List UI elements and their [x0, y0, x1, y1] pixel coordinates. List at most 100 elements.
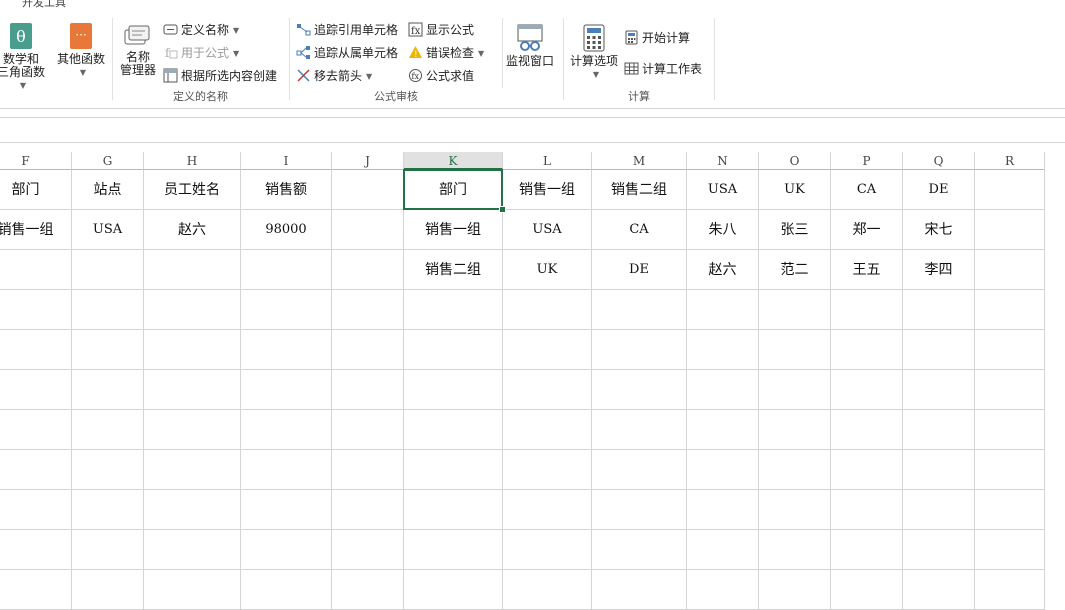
cell-k1[interactable]: 部门	[404, 170, 503, 210]
cell-j10[interactable]	[332, 530, 404, 570]
cell-o3[interactable]: 范二	[759, 250, 831, 290]
cell-l2[interactable]: USA	[503, 210, 592, 250]
cell-q7[interactable]	[903, 410, 975, 450]
cell-m7[interactable]	[592, 410, 687, 450]
column-header-f[interactable]: F	[0, 152, 72, 170]
cell-q2[interactable]: 宋七	[903, 210, 975, 250]
cell-q4[interactable]	[903, 290, 975, 330]
cell-r7[interactable]	[975, 410, 1045, 450]
remove-arrows-button[interactable]: 移去箭头 ▼	[296, 67, 372, 85]
column-header-l[interactable]: L	[503, 152, 592, 170]
cell-m9[interactable]	[592, 490, 687, 530]
column-header-i[interactable]: I	[241, 152, 332, 170]
cell-f7[interactable]	[0, 410, 72, 450]
cell-h11[interactable]	[144, 570, 241, 610]
column-header-q[interactable]: Q	[903, 152, 975, 170]
cell-i4[interactable]	[241, 290, 332, 330]
cell-r11[interactable]	[975, 570, 1045, 610]
cell-h1[interactable]: 员工姓名	[144, 170, 241, 210]
cell-n8[interactable]	[687, 450, 759, 490]
watch-window-button[interactable]: 监视窗口	[504, 24, 556, 68]
cell-q9[interactable]	[903, 490, 975, 530]
cell-l3[interactable]: UK	[503, 250, 592, 290]
cell-r3[interactable]	[975, 250, 1045, 290]
cell-r2[interactable]	[975, 210, 1045, 250]
column-header-n[interactable]: N	[687, 152, 759, 170]
cell-n10[interactable]	[687, 530, 759, 570]
cell-g11[interactable]	[72, 570, 144, 610]
cell-l10[interactable]	[503, 530, 592, 570]
cell-m1[interactable]: 销售二组	[592, 170, 687, 210]
column-header-p[interactable]: P	[831, 152, 903, 170]
cell-j2[interactable]	[332, 210, 404, 250]
cell-f2[interactable]: 销售一组	[0, 210, 72, 250]
other-functions-button[interactable]: ··· 其他函数 ▼	[54, 22, 108, 79]
cell-r9[interactable]	[975, 490, 1045, 530]
evaluate-formula-button[interactable]: fx 公式求值	[408, 67, 474, 85]
ribbon-tab-developer[interactable]: 开发工具	[22, 0, 66, 10]
cell-p11[interactable]	[831, 570, 903, 610]
trace-dependents-button[interactable]: 追踪从属单元格	[296, 44, 398, 62]
cell-m6[interactable]	[592, 370, 687, 410]
cell-i10[interactable]	[241, 530, 332, 570]
cell-n4[interactable]	[687, 290, 759, 330]
cell-k7[interactable]	[404, 410, 503, 450]
cell-i1[interactable]: 销售额	[241, 170, 332, 210]
calc-sheet-button[interactable]: 计算工作表	[624, 60, 702, 78]
create-from-selection-button[interactable]: 根据所选内容创建	[163, 67, 277, 85]
cell-m11[interactable]	[592, 570, 687, 610]
cell-k5[interactable]	[404, 330, 503, 370]
cell-l6[interactable]	[503, 370, 592, 410]
cell-j3[interactable]	[332, 250, 404, 290]
cell-m4[interactable]	[592, 290, 687, 330]
cell-g2[interactable]: USA	[72, 210, 144, 250]
cell-o6[interactable]	[759, 370, 831, 410]
cell-f1[interactable]: 部门	[0, 170, 72, 210]
cell-o2[interactable]: 张三	[759, 210, 831, 250]
column-header-h[interactable]: H	[144, 152, 241, 170]
cell-l11[interactable]	[503, 570, 592, 610]
cell-k8[interactable]	[404, 450, 503, 490]
cell-k10[interactable]	[404, 530, 503, 570]
cell-h7[interactable]	[144, 410, 241, 450]
cell-f4[interactable]	[0, 290, 72, 330]
cell-m10[interactable]	[592, 530, 687, 570]
cell-l9[interactable]	[503, 490, 592, 530]
cell-n3[interactable]: 赵六	[687, 250, 759, 290]
cell-k9[interactable]	[404, 490, 503, 530]
cell-h8[interactable]	[144, 450, 241, 490]
column-header-o[interactable]: O	[759, 152, 831, 170]
cell-g6[interactable]	[72, 370, 144, 410]
cell-p4[interactable]	[831, 290, 903, 330]
cell-k3[interactable]: 销售二组	[404, 250, 503, 290]
cell-n2[interactable]: 朱八	[687, 210, 759, 250]
cell-i7[interactable]	[241, 410, 332, 450]
cell-i3[interactable]	[241, 250, 332, 290]
cell-h9[interactable]	[144, 490, 241, 530]
cell-n1[interactable]: USA	[687, 170, 759, 210]
column-header-r[interactable]: R	[975, 152, 1045, 170]
cell-r5[interactable]	[975, 330, 1045, 370]
cell-k6[interactable]	[404, 370, 503, 410]
cell-k4[interactable]	[404, 290, 503, 330]
cell-f10[interactable]	[0, 530, 72, 570]
cell-i2[interactable]: 98000	[241, 210, 332, 250]
cell-l4[interactable]	[503, 290, 592, 330]
cell-h2[interactable]: 赵六	[144, 210, 241, 250]
cell-q8[interactable]	[903, 450, 975, 490]
cell-r8[interactable]	[975, 450, 1045, 490]
error-check-button[interactable]: ! 错误检查 ▼	[408, 44, 484, 62]
cell-p5[interactable]	[831, 330, 903, 370]
cell-f6[interactable]	[0, 370, 72, 410]
cell-j7[interactable]	[332, 410, 404, 450]
cell-q1[interactable]: DE	[903, 170, 975, 210]
trace-precedents-button[interactable]: 追踪引用单元格	[296, 21, 398, 39]
fill-handle[interactable]	[499, 206, 506, 213]
cell-r10[interactable]	[975, 530, 1045, 570]
cell-g9[interactable]	[72, 490, 144, 530]
cell-i6[interactable]	[241, 370, 332, 410]
cell-m2[interactable]: CA	[592, 210, 687, 250]
cell-h3[interactable]	[144, 250, 241, 290]
cell-n7[interactable]	[687, 410, 759, 450]
cell-p9[interactable]	[831, 490, 903, 530]
